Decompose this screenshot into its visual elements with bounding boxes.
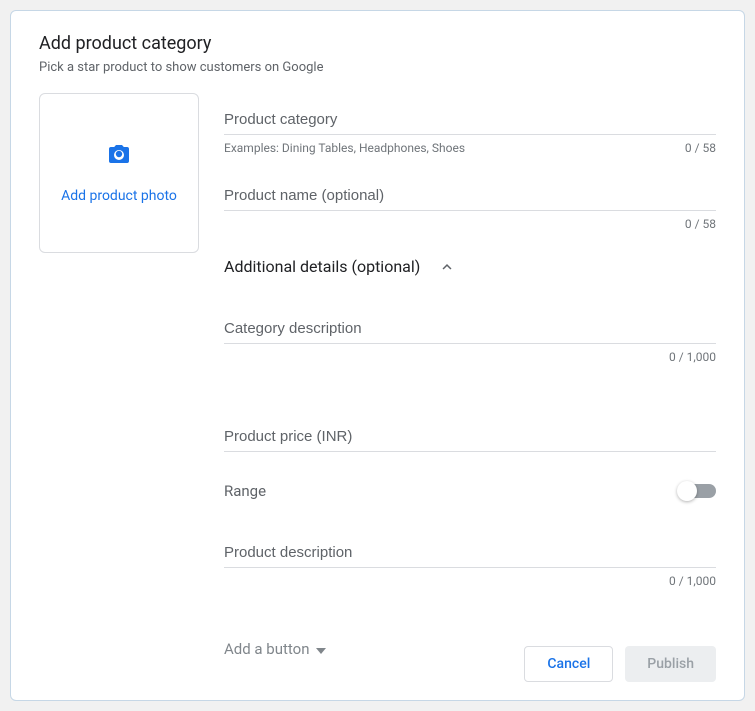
content-row: Add product photo Examples: Dining Table… [39,93,716,658]
product-price-input[interactable] [224,422,716,452]
category-description-counter: 0 / 1,000 [669,350,716,364]
range-row: Range [224,482,716,500]
chevron-up-icon [438,258,456,276]
product-description-field: 0 / 1,000 [224,538,716,588]
product-price-field [224,422,716,452]
additional-details-toggle[interactable]: Additional details (optional) [224,257,716,276]
toggle-knob [677,481,697,501]
add-a-button-label: Add a button [224,640,310,658]
product-name-field: 0 / 58 [224,181,716,231]
footer-actions: Cancel Publish [524,646,716,682]
product-category-counter: 0 / 58 [685,141,716,155]
product-description-input[interactable] [224,538,716,568]
form-column: Examples: Dining Tables, Headphones, Sho… [224,93,716,658]
product-name-counter: 0 / 58 [685,217,716,231]
product-category-input[interactable] [224,105,716,135]
product-category-example: Examples: Dining Tables, Headphones, Sho… [224,141,465,155]
product-category-field: Examples: Dining Tables, Headphones, Sho… [224,105,716,155]
product-description-counter: 0 / 1,000 [669,574,716,588]
category-description-field: 0 / 1,000 [224,314,716,364]
range-toggle[interactable] [680,484,716,498]
product-name-input[interactable] [224,181,716,211]
publish-button[interactable]: Publish [625,646,716,682]
add-a-button-dropdown[interactable]: Add a button [224,640,326,658]
camera-icon [107,142,131,188]
page-title: Add product category [39,33,716,54]
add-product-photo-label: Add product photo [61,188,177,204]
range-label: Range [224,482,266,500]
caret-down-icon [316,640,326,658]
additional-details-label: Additional details (optional) [224,257,420,276]
add-product-photo-button[interactable]: Add product photo [39,93,199,253]
add-product-category-card: Add product category Pick a star product… [10,10,745,701]
cancel-button[interactable]: Cancel [524,646,613,682]
category-description-input[interactable] [224,314,716,344]
page-subtitle: Pick a star product to show customers on… [39,60,716,75]
